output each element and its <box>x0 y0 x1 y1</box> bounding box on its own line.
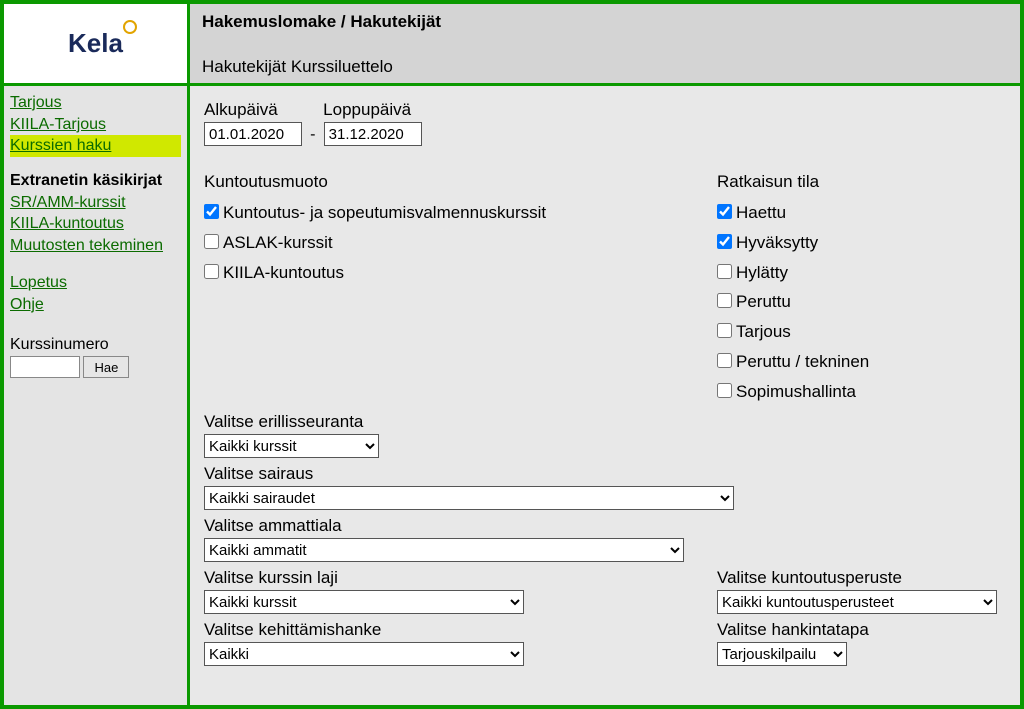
kuntoutusmuoto-label-0: Kuntoutus- ja sopeutumisvalmennuskurssit <box>223 203 546 222</box>
logo-cell: Kela <box>4 4 190 86</box>
hankintatapa-label: Valitse hankintatapa <box>717 620 1006 640</box>
hae-button[interactable]: Hae <box>83 356 129 378</box>
kuntoutusmuoto-label-2: KIILA-kuntoutus <box>223 263 344 282</box>
ammattiala-select[interactable]: Kaikki ammatit <box>204 538 684 562</box>
ratkaisun-tila-label-2: Hylätty <box>736 263 788 282</box>
ratkaisun-tila-row: Peruttu <box>717 287 1006 317</box>
nav-section-extranet: Extranetin käsikirjat <box>10 171 181 192</box>
end-date-label: Loppupäivä <box>323 100 411 120</box>
kuntoutusmuoto-checkbox-0[interactable] <box>204 204 219 219</box>
kuntoutusperuste-select[interactable]: Kaikki kuntoutusperusteet <box>717 590 997 614</box>
kuntoutusmuoto-checkbox-2[interactable] <box>204 264 219 279</box>
page-title: Hakemuslomake / Hakutekijät <box>202 12 1008 32</box>
header: Hakemuslomake / Hakutekijät Hakutekijät … <box>190 4 1020 86</box>
sairaus-select[interactable]: Kaikki sairaudet <box>204 486 734 510</box>
nav-lopetus[interactable]: Lopetus <box>10 272 181 294</box>
kuntoutusmuoto-label-1: ASLAK-kurssit <box>223 233 333 252</box>
nav-muutosten-tekeminen[interactable]: Muutosten tekeminen <box>10 235 181 257</box>
logo-ring-icon <box>123 20 137 34</box>
start-date-input[interactable] <box>204 122 302 146</box>
end-date-input[interactable] <box>324 122 422 146</box>
kuntoutusperuste-label: Valitse kuntoutusperuste <box>717 568 1006 588</box>
nav-kiila-tarjous[interactable]: KIILA-Tarjous <box>10 114 181 136</box>
kehittamishanke-label: Valitse kehittämishanke <box>204 620 709 640</box>
kuntoutusmuoto-row: Kuntoutus- ja sopeutumisvalmennuskurssit <box>204 198 709 228</box>
ammattiala-label: Valitse ammattiala <box>204 516 1006 536</box>
nav-tarjous[interactable]: Tarjous <box>10 92 181 114</box>
logo-text: Kela <box>68 28 123 58</box>
hankintatapa-select[interactable]: Tarjouskilpailu <box>717 642 847 666</box>
ratkaisun-tila-label-5: Peruttu / tekninen <box>736 352 869 371</box>
ratkaisun-tila-row: Tarjous <box>717 317 1006 347</box>
kurssin-laji-select[interactable]: Kaikki kurssit <box>204 590 524 614</box>
ratkaisun-tila-checkbox-2[interactable] <box>717 264 732 279</box>
nav-kiila-kuntoutus[interactable]: KIILA-kuntoutus <box>10 213 181 235</box>
ratkaisun-tila-label: Ratkaisun tila <box>717 172 1006 192</box>
ratkaisun-tila-checkbox-6[interactable] <box>717 383 732 398</box>
ratkaisun-tila-row: Haettu <box>717 198 1006 228</box>
sidebar: Tarjous KIILA-Tarjous Kurssien haku Extr… <box>4 86 190 705</box>
ratkaisun-tila-group: Ratkaisun tila Haettu Hyväksytty Hylätty Pe… <box>717 172 1006 406</box>
logo: Kela <box>68 28 123 59</box>
kuntoutusmuoto-label: Kuntoutusmuoto <box>204 172 709 192</box>
kuntoutusmuoto-row: KIILA-kuntoutus <box>204 258 709 288</box>
kehittamishanke-select[interactable]: Kaikki <box>204 642 524 666</box>
kuntoutusmuoto-group: Kuntoutusmuoto Kuntoutus- ja sopeutumisv… <box>204 172 709 406</box>
date-row: Alkupäivä Loppupäivä - <box>204 100 1006 146</box>
ratkaisun-tila-label-6: Sopimushallinta <box>736 382 856 401</box>
ratkaisun-tila-label-3: Peruttu <box>736 292 791 311</box>
ratkaisun-tila-checkbox-0[interactable] <box>717 204 732 219</box>
ratkaisun-tila-checkbox-3[interactable] <box>717 293 732 308</box>
kurssinumero-input[interactable] <box>10 356 80 378</box>
ratkaisun-tila-row: Hyväksytty <box>717 228 1006 258</box>
nav-kurssien-haku[interactable]: Kurssien haku <box>10 135 181 157</box>
kurssinumero-label: Kurssinumero <box>10 336 181 354</box>
kuntoutusmuoto-row: ASLAK-kurssit <box>204 228 709 258</box>
ratkaisun-tila-checkbox-5[interactable] <box>717 353 732 368</box>
ratkaisun-tila-checkbox-4[interactable] <box>717 323 732 338</box>
erillisseuranta-label: Valitse erillisseuranta <box>204 412 1006 432</box>
start-date-label: Alkupäivä <box>204 100 319 120</box>
ratkaisun-tila-checkbox-1[interactable] <box>717 234 732 249</box>
page-subtitle: Hakutekijät Kurssiluettelo <box>202 57 1008 77</box>
sairaus-label: Valitse sairaus <box>204 464 1006 484</box>
ratkaisun-tila-row: Hylätty <box>717 258 1006 288</box>
kuntoutusmuoto-checkbox-1[interactable] <box>204 234 219 249</box>
date-dash: - <box>306 126 319 144</box>
kurssin-laji-label: Valitse kurssin laji <box>204 568 709 588</box>
ratkaisun-tila-row: Peruttu / tekninen <box>717 347 1006 377</box>
erillisseuranta-select[interactable]: Kaikki kurssit <box>204 434 379 458</box>
main: Alkupäivä Loppupäivä - Kuntoutusmuoto Ku… <box>190 86 1020 705</box>
nav-ohje[interactable]: Ohje <box>10 294 181 316</box>
ratkaisun-tila-label-4: Tarjous <box>736 322 791 341</box>
ratkaisun-tila-row: Sopimushallinta <box>717 377 1006 407</box>
ratkaisun-tila-label-1: Hyväksytty <box>736 233 818 252</box>
nav-sr-amm-kurssit[interactable]: SR/AMM-kurssit <box>10 192 181 214</box>
ratkaisun-tila-label-0: Haettu <box>736 203 786 222</box>
